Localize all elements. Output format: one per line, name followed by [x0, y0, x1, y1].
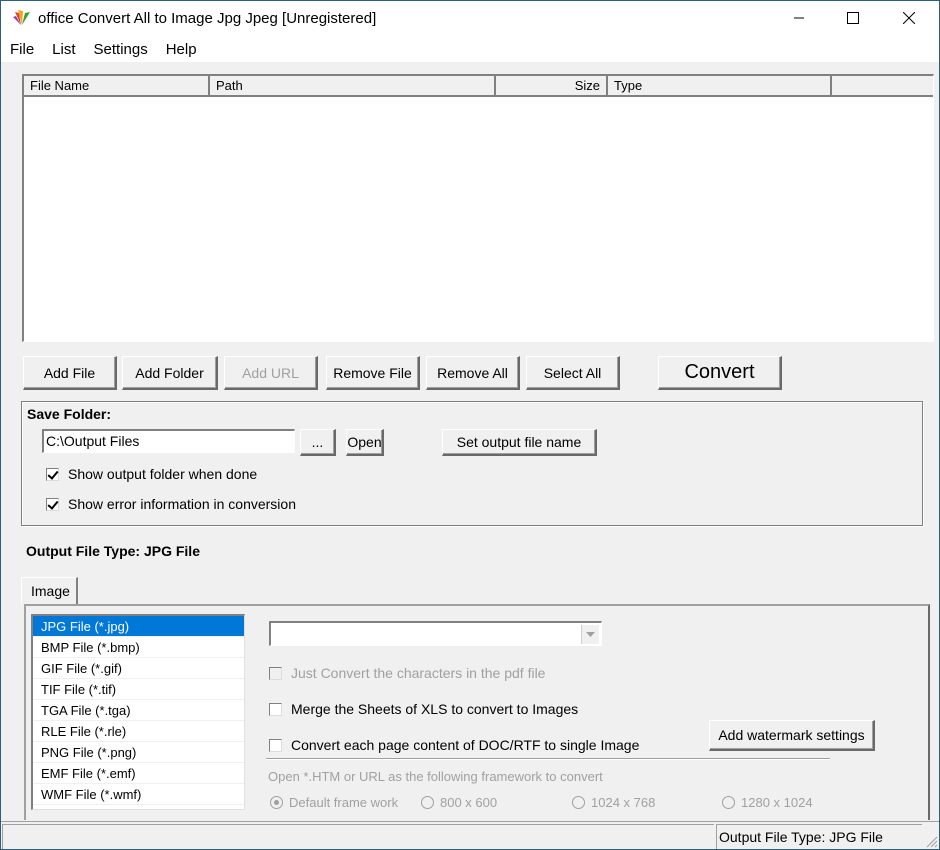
- show-error-info-checkbox[interactable]: [46, 497, 59, 511]
- image-type-item[interactable]: TGA File (*.tga): [33, 700, 244, 721]
- show-error-info-option[interactable]: Show error information in conversion: [46, 496, 296, 512]
- framework-1280x1024-radio[interactable]: [722, 796, 735, 809]
- app-logo-icon: [12, 8, 32, 28]
- add-file-button[interactable]: Add File: [23, 356, 117, 390]
- column-header-type[interactable]: Type: [608, 76, 832, 95]
- remove-all-button[interactable]: Remove All: [426, 356, 520, 390]
- status-bar: Output File Type: JPG File: [0, 821, 940, 850]
- framework-1024x768-label: 1024 x 768: [591, 795, 656, 810]
- save-folder-group: Save Folder: C:\Output Files ... Open Se…: [21, 401, 923, 526]
- close-button[interactable]: [886, 0, 932, 36]
- framework-800x600-radio[interactable]: [421, 796, 434, 809]
- chevron-down-icon: [586, 632, 595, 637]
- dropdown-arrow-button[interactable]: [581, 625, 599, 644]
- minimize-button[interactable]: [776, 0, 822, 36]
- menu-file[interactable]: File: [0, 38, 42, 62]
- show-error-info-label: Show error information in conversion: [68, 496, 296, 512]
- status-output-type: Output File Type: JPG File: [716, 824, 922, 849]
- browse-folder-button[interactable]: ...: [300, 429, 336, 456]
- image-type-item[interactable]: BMP File (*.bmp): [33, 637, 244, 658]
- convert-each-page-label: Convert each page content of DOC/RTF to …: [291, 737, 640, 753]
- framework-default-label: Default frame work: [289, 795, 399, 810]
- file-list[interactable]: File Name Path Size Type: [22, 74, 934, 342]
- add-url-button[interactable]: Add URL: [224, 356, 318, 390]
- column-header-blank: [832, 76, 933, 95]
- framework-800x600-label: 800 x 600: [440, 795, 498, 810]
- set-output-file-name-button[interactable]: Set output file name: [442, 429, 597, 456]
- tab-image[interactable]: Image: [21, 577, 78, 604]
- framework-1280x1024-option[interactable]: 1280 x 1024: [722, 795, 813, 810]
- convert-each-page-option[interactable]: Convert each page content of DOC/RTF to …: [269, 737, 639, 753]
- framework-1280x1024-label: 1280 x 1024: [741, 795, 813, 810]
- show-output-folder-option[interactable]: Show output folder when done: [46, 466, 257, 482]
- resize-grip-icon[interactable]: [924, 834, 938, 848]
- framework-1024x768-radio[interactable]: [572, 796, 585, 809]
- just-convert-chars-checkbox[interactable]: [269, 666, 282, 680]
- save-folder-title: Save Folder:: [27, 406, 112, 422]
- open-folder-button[interactable]: Open: [346, 429, 384, 456]
- remove-file-button[interactable]: Remove File: [326, 356, 420, 390]
- title-bar: office Convert All to Image Jpg Jpeg [Un…: [0, 0, 940, 38]
- maximize-button[interactable]: [830, 0, 876, 36]
- close-icon: [903, 12, 915, 24]
- select-all-button[interactable]: Select All: [526, 356, 620, 390]
- column-header-size[interactable]: Size: [496, 76, 608, 95]
- image-type-item[interactable]: JPG File (*.jpg): [33, 616, 244, 637]
- add-folder-button[interactable]: Add Folder: [122, 356, 218, 390]
- column-header-file-name[interactable]: File Name: [24, 76, 210, 95]
- minimize-icon: [794, 17, 804, 19]
- column-header-path[interactable]: Path: [210, 76, 496, 95]
- framework-default-option[interactable]: Default frame work: [270, 795, 398, 810]
- output-file-type-label: Output File Type: JPG File: [26, 543, 200, 559]
- image-type-item[interactable]: EMF File (*.emf): [33, 763, 244, 784]
- show-output-folder-checkbox[interactable]: [46, 467, 59, 481]
- image-type-item[interactable]: RLE File (*.rle): [33, 721, 244, 742]
- merge-sheets-option[interactable]: Merge the Sheets of XLS to convert to Im…: [269, 701, 578, 717]
- file-list-header: File Name Path Size Type: [24, 76, 933, 97]
- maximize-icon: [847, 12, 859, 24]
- framework-800x600-option[interactable]: 800 x 600: [421, 795, 497, 810]
- image-type-item[interactable]: WMF File (*.wmf): [33, 784, 244, 805]
- options-dropdown[interactable]: [269, 621, 602, 646]
- add-watermark-settings-button[interactable]: Add watermark settings: [709, 720, 875, 751]
- options-separator: [266, 758, 830, 760]
- image-type-list[interactable]: JPG File (*.jpg) BMP File (*.bmp) GIF Fi…: [31, 614, 245, 810]
- image-type-item[interactable]: TIF File (*.tif): [33, 679, 244, 700]
- window-title: office Convert All to Image Jpg Jpeg [Un…: [38, 10, 377, 27]
- menu-list[interactable]: List: [42, 38, 83, 62]
- show-output-folder-label: Show output folder when done: [68, 466, 258, 482]
- merge-sheets-checkbox[interactable]: [269, 702, 282, 716]
- menu-bar: File List Settings Help: [0, 38, 940, 62]
- just-convert-chars-label: Just Convert the characters in the pdf f…: [291, 665, 546, 681]
- convert-button[interactable]: Convert: [658, 356, 782, 390]
- framework-default-radio[interactable]: [270, 796, 283, 809]
- menu-settings[interactable]: Settings: [84, 38, 156, 62]
- save-folder-path-input[interactable]: C:\Output Files: [42, 429, 295, 453]
- framework-label: Open *.HTM or URL as the following frame…: [268, 769, 603, 784]
- just-convert-chars-option[interactable]: Just Convert the characters in the pdf f…: [269, 665, 545, 681]
- status-left-pane: [2, 824, 714, 849]
- image-type-item[interactable]: PNG File (*.png): [33, 742, 244, 763]
- convert-each-page-checkbox[interactable]: [269, 738, 282, 752]
- framework-1024x768-option[interactable]: 1024 x 768: [572, 795, 655, 810]
- image-type-item[interactable]: GIF File (*.gif): [33, 658, 244, 679]
- menu-help[interactable]: Help: [156, 38, 205, 62]
- merge-sheets-label: Merge the Sheets of XLS to convert to Im…: [291, 701, 579, 717]
